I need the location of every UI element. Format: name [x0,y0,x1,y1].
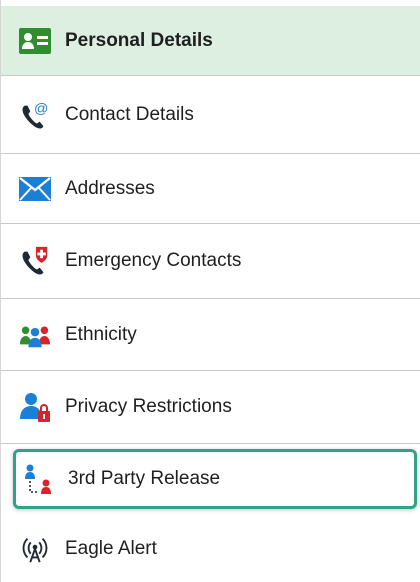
nav-item-label: Eagle Alert [65,538,157,559]
nav-item-3rd-party-release[interactable]: 3rd Party Release [13,449,417,509]
nav-item-privacy-restrictions[interactable]: Privacy Restrictions [1,371,420,444]
nav-item-contact-details[interactable]: @ Contact Details [1,76,420,154]
people-group-icon [19,319,51,351]
people-release-icon [22,463,54,495]
phone-email-icon: @ [19,99,51,131]
nav-item-label: Contact Details [65,103,194,125]
nav-item-label: Privacy Restrictions [65,396,232,417]
nav-item-personal-details[interactable]: Personal Details [1,6,420,76]
svg-text:@: @ [34,100,48,116]
personal-details-nav: Personal Details @ Contact Details Addre… [0,0,420,582]
id-card-icon [19,25,51,57]
nav-item-addresses[interactable]: Addresses [1,154,420,224]
nav-item-label: Ethnicity [65,323,137,345]
phone-medical-icon [19,245,51,277]
nav-item-emergency-contacts[interactable]: Emergency Contacts [1,224,420,299]
nav-item-label: Addresses [65,177,155,199]
nav-item-label: Emergency Contacts [65,250,242,271]
person-lock-icon [19,391,51,423]
envelope-icon [19,173,51,205]
nav-item-ethnicity[interactable]: Ethnicity [1,299,420,371]
nav-item-eagle-alert[interactable]: Eagle Alert [1,516,420,582]
nav-item-label: 3rd Party Release [68,468,221,489]
nav-item-label: Personal Details [65,29,213,51]
broadcast-alert-icon [19,533,51,565]
